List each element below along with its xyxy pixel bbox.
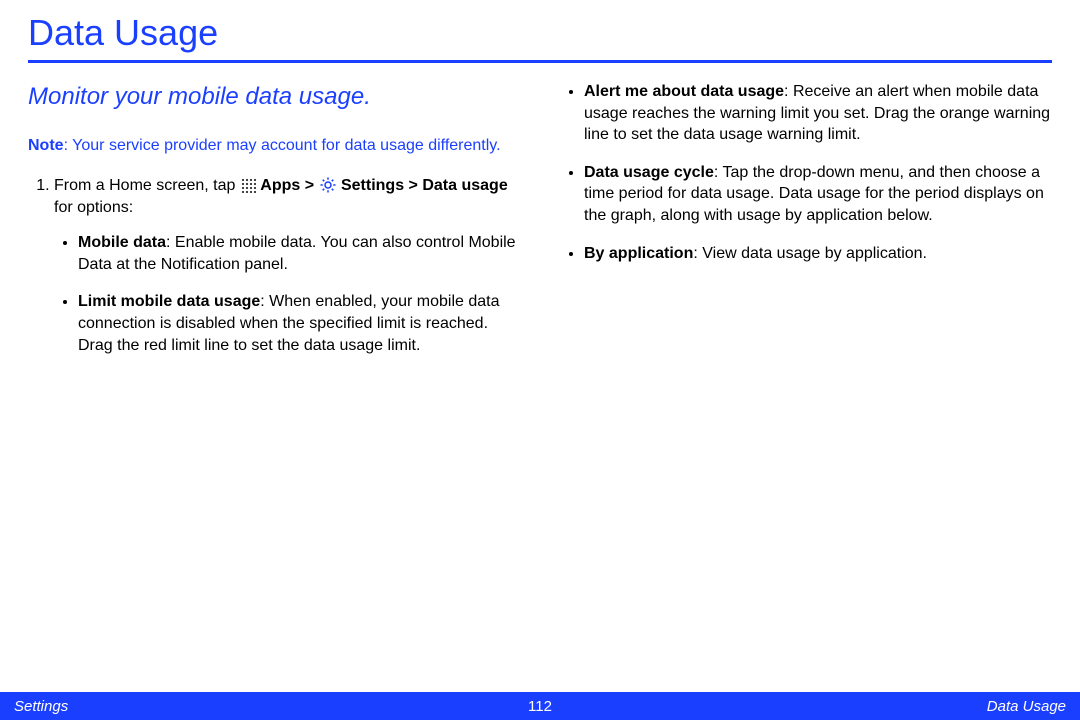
apps-label: Apps	[260, 177, 300, 194]
left-bullets: Mobile data: Enable mobile data. You can…	[54, 232, 520, 356]
note-label: Note	[28, 137, 64, 154]
list-item: Limit mobile data usage: When enabled, y…	[78, 291, 520, 356]
footer-left: Settings	[14, 698, 528, 715]
list-item: Alert me about data usage: Receive an al…	[584, 81, 1052, 146]
settings-icon	[319, 176, 337, 194]
title-rule	[28, 60, 1052, 63]
gt1: >	[300, 177, 318, 194]
step-1: From a Home screen, tap Apps > Settings …	[54, 175, 520, 356]
list-item: Mobile data: Enable mobile data. You can…	[78, 232, 520, 275]
page-title: Data Usage	[28, 12, 1052, 60]
list-item: By application: View data usage by appli…	[584, 243, 1052, 265]
note-text: Note: Your service provider may account …	[28, 135, 520, 157]
data-usage-label: Data usage	[422, 177, 507, 194]
steps-list: From a Home screen, tap Apps > Settings …	[28, 175, 520, 356]
gt2: >	[404, 177, 422, 194]
section-subtitle: Monitor your mobile data usage.	[28, 81, 520, 113]
bullet-term: Data usage cycle	[584, 164, 714, 181]
note-body: : Your service provider may account for …	[64, 137, 501, 154]
apps-icon	[240, 177, 256, 193]
bullet-term: Limit mobile data usage	[78, 293, 260, 310]
footer-page-number: 112	[528, 698, 552, 715]
step-suffix: for options:	[54, 199, 133, 216]
left-column: Monitor your mobile data usage. Note: Yo…	[28, 81, 520, 372]
right-column: Alert me about data usage: Receive an al…	[560, 81, 1052, 372]
settings-label: Settings	[341, 177, 404, 194]
right-bullets: Alert me about data usage: Receive an al…	[560, 81, 1052, 264]
bullet-term: By application	[584, 245, 693, 262]
footer-right: Data Usage	[552, 698, 1066, 715]
step-prefix: From a Home screen, tap	[54, 177, 240, 194]
list-item: Data usage cycle: Tap the drop-down menu…	[584, 162, 1052, 227]
bullet-term: Alert me about data usage	[584, 83, 784, 100]
bullet-term: Mobile data	[78, 234, 166, 251]
page-footer: Settings 112 Data Usage	[0, 692, 1080, 720]
bullet-desc: : View data usage by application.	[693, 245, 927, 262]
